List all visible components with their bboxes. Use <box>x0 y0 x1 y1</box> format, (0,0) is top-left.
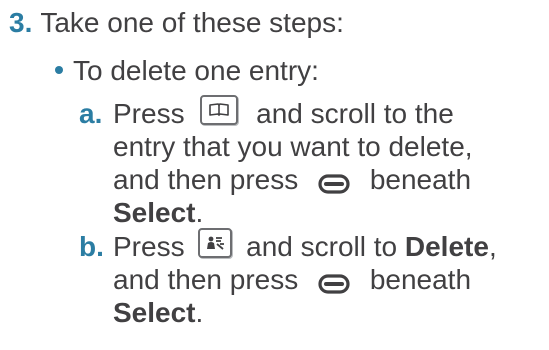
phonebook-key-icon <box>200 94 239 125</box>
menu-key-icon <box>198 227 233 258</box>
step-number: 3. <box>9 7 33 38</box>
bullet-item: To delete one entry: <box>55 51 319 91</box>
softkey-icon <box>318 268 350 294</box>
press-text: Press <box>113 98 185 129</box>
line-text: and then press <box>113 264 299 295</box>
bullet-dot-icon <box>55 65 63 74</box>
line-text: beneath <box>369 264 472 295</box>
line-text: and scroll to <box>246 231 398 262</box>
substep-line: and then press beneath <box>113 163 471 196</box>
substep-line: and then press beneath <box>113 263 471 296</box>
delete-label: Delete <box>404 231 489 262</box>
substep-line: Select. <box>113 296 203 329</box>
line-end: . <box>195 197 204 228</box>
substep-line: Select. <box>113 196 203 229</box>
line-text: beneath <box>369 164 472 195</box>
line-text: entry that you want to delete, <box>113 131 473 162</box>
line-text: and then press <box>113 164 299 195</box>
substep-line: Press and scroll to Delete, <box>113 227 497 264</box>
step-text: Take one of these steps: <box>40 7 344 38</box>
softkey-icon <box>318 168 350 194</box>
step-3: 3. Take one of these steps: <box>9 3 344 43</box>
substep-letter: a. <box>79 98 103 129</box>
substep-line: entry that you want to delete, <box>113 130 473 163</box>
select-label: Select <box>113 197 196 228</box>
line-end: , <box>488 231 497 262</box>
line-end: . <box>195 297 204 328</box>
substep-letter: b. <box>79 231 104 262</box>
press-text: Press <box>113 231 185 262</box>
line-text: and scroll to the <box>256 98 454 129</box>
instruction-page: 3. Take one of these steps: To delete one… <box>0 0 549 350</box>
bullet-text: To delete one entry: <box>73 55 319 86</box>
select-label: Select <box>113 297 196 328</box>
substep-line: Press and scroll to the <box>113 94 454 131</box>
